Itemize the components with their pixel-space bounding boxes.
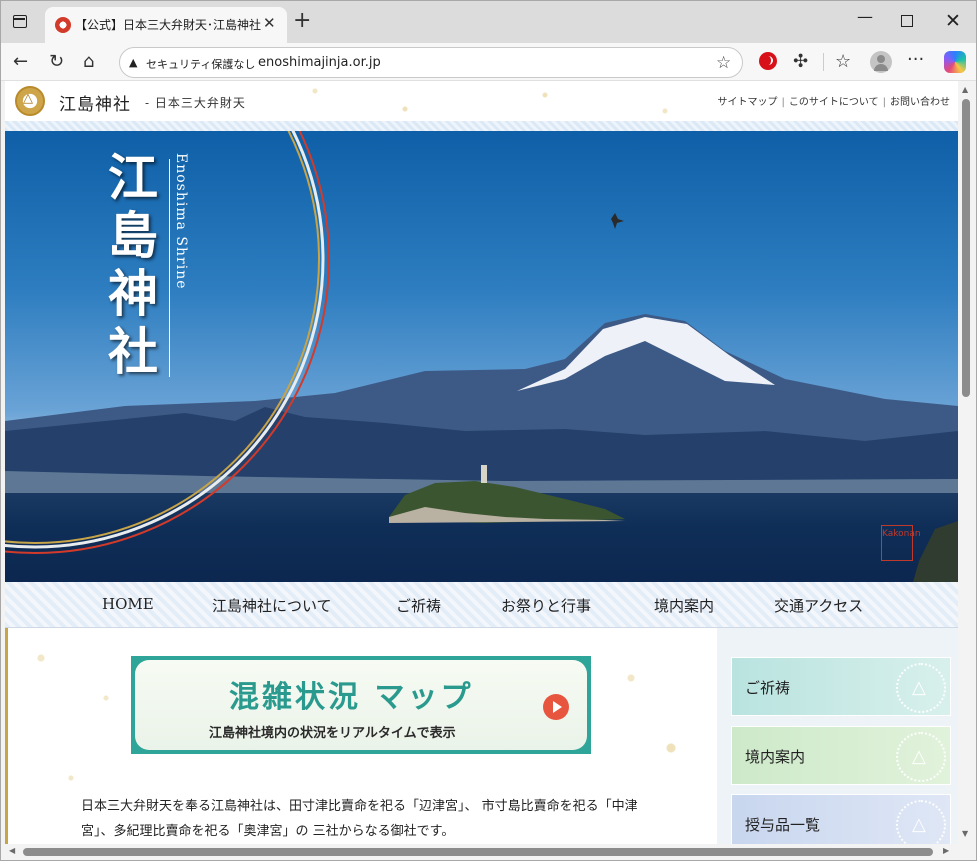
page-viewport: 江島神社 - 日本三大弁財天 サイトマップ|このサイトについて|お問い合わせ (5, 81, 958, 844)
link-divider: | (781, 97, 785, 108)
shrine-emblem-icon (896, 663, 946, 713)
shrine-emblem-icon (896, 732, 946, 782)
warning-icon[interactable]: ▲ (129, 56, 137, 69)
vertical-scrollbar[interactable]: ▲ ▼ (958, 81, 976, 844)
intro-text: 日本三大弁財天を奉る江島神社は、田寸津比賣命を祀る「辺津宮」、 市寸島比賣命を祀… (81, 799, 638, 839)
utility-links: サイトマップ | このサイトについて | お問い合わせ (718, 93, 950, 108)
site-tagline: - 日本三大弁財天 (145, 96, 246, 110)
scroll-right-icon[interactable]: ▶ (943, 846, 949, 855)
site-favicon-icon (55, 17, 71, 33)
security-label[interactable]: セキュリティ保護なし (146, 56, 255, 72)
crowd-map-banner[interactable]: 混雑状況 マップ 江島神社境内の状況をリアルタイムで表示 (131, 656, 591, 754)
photographer-stamp: Kakonan (881, 525, 921, 561)
sidebar-card-label: 授与品一覧 (745, 816, 821, 834)
horizontal-scroll-thumb[interactable] (23, 848, 933, 856)
hero-title-char: 島 (108, 206, 158, 265)
horizontal-scrollbar[interactable]: ◀ ▶ (5, 844, 958, 860)
browser-toolbar: ← ↻ ⌂ ▲ セキュリティ保護なし enoshimajinja.or.jp ☆… (1, 43, 976, 81)
scroll-left-icon[interactable]: ◀ (9, 846, 15, 855)
hero-title-char: 江 (108, 148, 158, 207)
banner-subtitle: 江島神社境内の状況をリアルタイムで表示 (209, 726, 456, 741)
address-bar[interactable]: ▲ セキュリティ保護なし enoshimajinja.or.jp ☆ (119, 47, 743, 78)
sidebar-card-label: 境内案内 (745, 748, 806, 766)
more-menu-icon[interactable]: ··· (907, 49, 924, 70)
hero-title-char: 神 (108, 264, 158, 323)
nav-home[interactable]: HOME (102, 595, 154, 613)
reload-icon[interactable]: ↻ (49, 51, 64, 72)
extension-icon[interactable] (759, 52, 777, 70)
home-icon[interactable]: ⌂ (83, 51, 94, 72)
toolbar-divider (823, 53, 824, 71)
favorite-star-icon[interactable]: ☆ (716, 53, 731, 73)
main-content: 混雑状況 マップ 江島神社境内の状況をリアルタイムで表示 日本三大弁財天を奉る江… (5, 628, 958, 844)
scroll-up-icon[interactable]: ▲ (962, 85, 968, 94)
back-arrow-icon[interactable]: ← (13, 51, 28, 72)
extensions-puzzle-icon[interactable]: ✣ (793, 51, 808, 72)
window-close-icon[interactable]: ✕ (945, 10, 961, 32)
hero-title-vertical: 江 島 神 社 (101, 149, 165, 381)
tab-title: 【公式】日本三大弁財天･江島神社 (75, 18, 262, 32)
copilot-icon[interactable] (944, 51, 966, 73)
sidebar-card-prayer[interactable]: ご祈祷 (731, 657, 951, 716)
new-tab-icon[interactable]: + (293, 10, 311, 32)
banner-inner: 混雑状況 マップ 江島神社境内の状況をリアルタイムで表示 (135, 660, 587, 750)
sidebar-card-charms[interactable]: 授与品一覧 (731, 794, 951, 844)
global-nav: HOME 江島神社について ご祈祷 お祭りと行事 境内案内 交通アクセス (5, 582, 958, 628)
hero-title-char: 社 (108, 322, 158, 381)
site-header: 江島神社 - 日本三大弁財天 サイトマップ|このサイトについて|お問い合わせ (5, 81, 958, 121)
profile-avatar[interactable] (870, 51, 892, 73)
hero-divider-line (169, 159, 170, 377)
shrine-emblem-icon (896, 800, 946, 844)
link-about-site[interactable]: このサイトについて (789, 93, 879, 108)
vertical-scroll-thumb[interactable] (962, 99, 970, 397)
url-text[interactable]: enoshimajinja.or.jp (258, 55, 381, 70)
hero-subtitle-en: Enoshima Shrine (173, 153, 189, 290)
link-contact[interactable]: お問い合わせ (890, 93, 950, 108)
link-divider: | (882, 97, 886, 108)
tab-bar: 【公式】日本三大弁財天･江島神社 ✕ + — ✕ (1, 1, 976, 43)
sidebar-card-label: ご祈祷 (745, 679, 791, 697)
nav-precinct-guide[interactable]: 境内案内 (654, 595, 714, 616)
favorites-icon[interactable]: ☆ (835, 51, 851, 72)
nav-access[interactable]: 交通アクセス (774, 595, 863, 616)
shrine-crest-logo[interactable] (15, 86, 45, 116)
wave-pattern-band (5, 121, 958, 131)
tab-close-icon[interactable]: ✕ (263, 14, 276, 32)
sidebar-card-guide[interactable]: 境内案内 (731, 726, 951, 785)
link-sitemap[interactable]: サイトマップ (718, 93, 778, 108)
active-tab[interactable]: 【公式】日本三大弁財天･江島神社 ✕ (45, 7, 287, 43)
site-name[interactable]: 江島神社 (59, 90, 131, 115)
nav-festivals[interactable]: お祭りと行事 (501, 595, 591, 616)
hero-image: 江 島 神 社 Enoshima Shrine Kakonan (5, 131, 958, 582)
tab-actions-icon[interactable] (11, 13, 31, 31)
sidebar: ご祈祷 境内案内 授与品一覧 (717, 628, 958, 844)
scroll-down-icon[interactable]: ▼ (962, 829, 968, 838)
browser-window: 【公式】日本三大弁財天･江島神社 ✕ + — ✕ ← ↻ ⌂ ▲ セキュリティ保… (0, 0, 977, 861)
maximize-icon[interactable] (901, 15, 913, 27)
play-icon[interactable] (543, 694, 569, 720)
nav-prayer[interactable]: ご祈祷 (396, 595, 441, 616)
minimize-icon[interactable]: — (857, 7, 873, 26)
banner-title: 混雑状況 マップ (229, 680, 474, 715)
nav-about-shrine[interactable]: 江島神社について (212, 595, 332, 616)
